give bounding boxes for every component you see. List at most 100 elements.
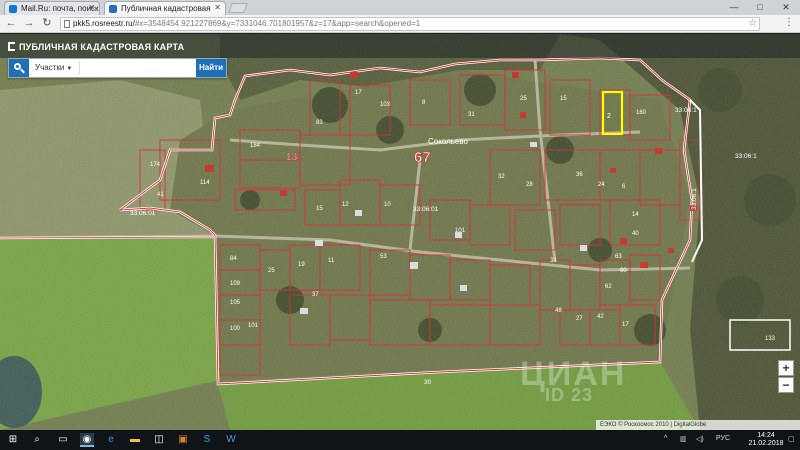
parcel-label: 28: [526, 182, 533, 188]
chrome-icon[interactable]: ◉: [80, 433, 94, 447]
clock-time: 14:24: [757, 432, 775, 439]
parcel-label: 24: [598, 182, 605, 188]
rosreestr-favicon-icon: [109, 5, 117, 13]
rosreestr-logo-icon: [8, 42, 15, 51]
windows-start-icon[interactable]: ⊞: [6, 433, 20, 447]
parcel-label: 25: [268, 268, 275, 274]
close-window-button[interactable]: ✕: [774, 0, 798, 15]
tab-cadastral-map[interactable]: Публичная кадастровая ✕: [104, 1, 226, 15]
network-icon[interactable]: ▥: [680, 435, 687, 443]
new-tab-button[interactable]: [228, 3, 248, 13]
browser-menu-icon[interactable]: ⋮: [784, 17, 794, 28]
forward-arrow-icon[interactable]: →: [22, 17, 36, 31]
tray-arrow-icon[interactable]: ^: [664, 435, 667, 442]
chevron-down-icon: ▼: [66, 66, 73, 72]
skype-icon[interactable]: S: [200, 433, 214, 447]
task-view-icon[interactable]: ▭: [56, 433, 70, 447]
parcel-label: 101: [455, 228, 466, 234]
search-type-value: Участки: [35, 63, 65, 72]
edge-icon[interactable]: e: [104, 433, 118, 447]
tab-mail-ru[interactable]: Mail.Ru: почта, поиск в ✕: [4, 1, 100, 15]
browser-toolbar: ← → ↻ pkk5.rosreestr.ru/#x=3548454.92122…: [0, 15, 800, 33]
parcel-label: 114: [200, 180, 210, 186]
media-player-icon[interactable]: ▣: [176, 433, 190, 447]
parcel-label: 160: [636, 110, 647, 116]
cadastral-number-label: 33:06:01: [130, 210, 156, 217]
parcel-label: 133: [765, 336, 776, 342]
parcel-label: 37: [312, 292, 319, 298]
reload-icon[interactable]: ↻: [40, 17, 54, 31]
map-header: ПУБЛИЧНАЯ КАДАСТРОВАЯ КАРТА: [0, 34, 800, 58]
mail-ru-favicon-icon: [9, 5, 17, 13]
parcel-label: 11: [328, 258, 335, 264]
search-input[interactable]: [79, 61, 203, 75]
cadastral-quarter-label[interactable]: 67: [414, 149, 431, 167]
parcel-label: 31: [468, 112, 475, 118]
keyboard-language[interactable]: РУС: [716, 435, 730, 442]
minimize-button[interactable]: —: [722, 0, 746, 15]
parcel-label: 60: [620, 268, 627, 274]
parcel-label: 62: [605, 284, 612, 290]
search-icon[interactable]: [9, 59, 29, 77]
url-path: #x=3548454.921227869&y=7331046.701801957…: [134, 19, 421, 28]
parcel-label: 27: [576, 316, 583, 322]
address-bar[interactable]: pkk5.rosreestr.ru/#x=3548454.921227869&y…: [60, 17, 760, 31]
village-name-label: Сокольево: [428, 137, 469, 146]
cian-watermark: ЦИАН ID 23: [520, 355, 720, 415]
close-tab-icon[interactable]: ✕: [88, 3, 95, 12]
parcel-label: 53: [380, 254, 387, 260]
lock-icon: [64, 20, 70, 28]
file-explorer-icon[interactable]: ▬: [128, 433, 142, 447]
parcel-label: 19: [298, 262, 305, 268]
map-app-title-text: ПУБЛИЧНАЯ КАДАСТРОВАЯ КАРТА: [19, 42, 185, 52]
selected-parcel-label: 2: [607, 113, 611, 120]
parcel-label: 12: [342, 202, 349, 208]
browser-tab-strip: Mail.Ru: почта, поиск в ✕ Публичная када…: [0, 0, 800, 15]
url-host: pkk5.rosreestr.ru/: [73, 19, 135, 28]
taskbar-clock[interactable]: 14:24 21.02.2018: [748, 432, 784, 448]
cadastral-number-label: 33:06:01: [413, 206, 439, 213]
maximize-button[interactable]: □: [748, 0, 772, 15]
parcel-label: 34: [550, 258, 557, 264]
map-app-title: ПУБЛИЧНАЯ КАДАСТРОВАЯ КАРТА: [8, 42, 184, 52]
map-attribution: ЕЭКО © Роскосмос 2010 | DigitalGlobe: [596, 420, 800, 430]
watermark-id: ID 23: [545, 385, 594, 405]
search-panel: Участки ▼ Найти: [8, 58, 227, 78]
parcel-label: 184: [250, 143, 261, 149]
close-tab-icon[interactable]: ✕: [214, 3, 221, 12]
parcel-label: 83: [316, 120, 323, 126]
parcel-label: 109: [230, 281, 241, 287]
parcel-label: 17: [622, 322, 629, 328]
windows-taskbar: ⊞ ⌕ ▭ ◉ e ▬ ◫ ▣ S W ^ ▥ ◁) РУС 14:24 21.…: [0, 430, 800, 450]
parcel-label: 36: [576, 172, 583, 178]
parcel-label: 15: [560, 96, 567, 102]
parcel-label: 17: [355, 90, 362, 96]
cadastral-number-label: 33:06:1: [691, 188, 698, 210]
parcel-label: 101: [248, 323, 259, 329]
parcel-label: 25: [520, 96, 527, 102]
notifications-icon[interactable]: ▢: [788, 435, 795, 443]
parcel-label: 13: [286, 152, 298, 163]
parcel-label: 84: [230, 256, 237, 262]
search-type-dropdown[interactable]: Участки ▼: [35, 63, 72, 72]
parcel-label: 14: [632, 212, 639, 218]
store-icon[interactable]: ◫: [152, 433, 166, 447]
zoom-out-button[interactable]: −: [778, 377, 794, 393]
bookmark-star-icon[interactable]: ☆: [748, 18, 757, 29]
parcel-label: 32: [498, 174, 505, 180]
parcel-label: 100: [230, 326, 241, 332]
search-button[interactable]: Найти: [196, 59, 226, 77]
back-arrow-icon[interactable]: ←: [4, 17, 18, 31]
parcel-label: 48: [555, 308, 562, 314]
parcel-label: 40: [632, 231, 639, 237]
cadastral-number-label: 33:06:1: [735, 153, 757, 160]
parcel-label: 15: [316, 206, 323, 212]
cadastral-number-label: 33:06:1: [675, 107, 697, 114]
parcel-label: 42: [597, 314, 604, 320]
word-icon[interactable]: W: [224, 433, 238, 447]
zoom-in-button[interactable]: +: [778, 360, 794, 376]
search-icon[interactable]: ⌕: [30, 433, 44, 447]
parcel-label: 103: [380, 102, 391, 108]
parcel-label: 30: [424, 379, 432, 386]
volume-icon[interactable]: ◁): [696, 435, 704, 443]
